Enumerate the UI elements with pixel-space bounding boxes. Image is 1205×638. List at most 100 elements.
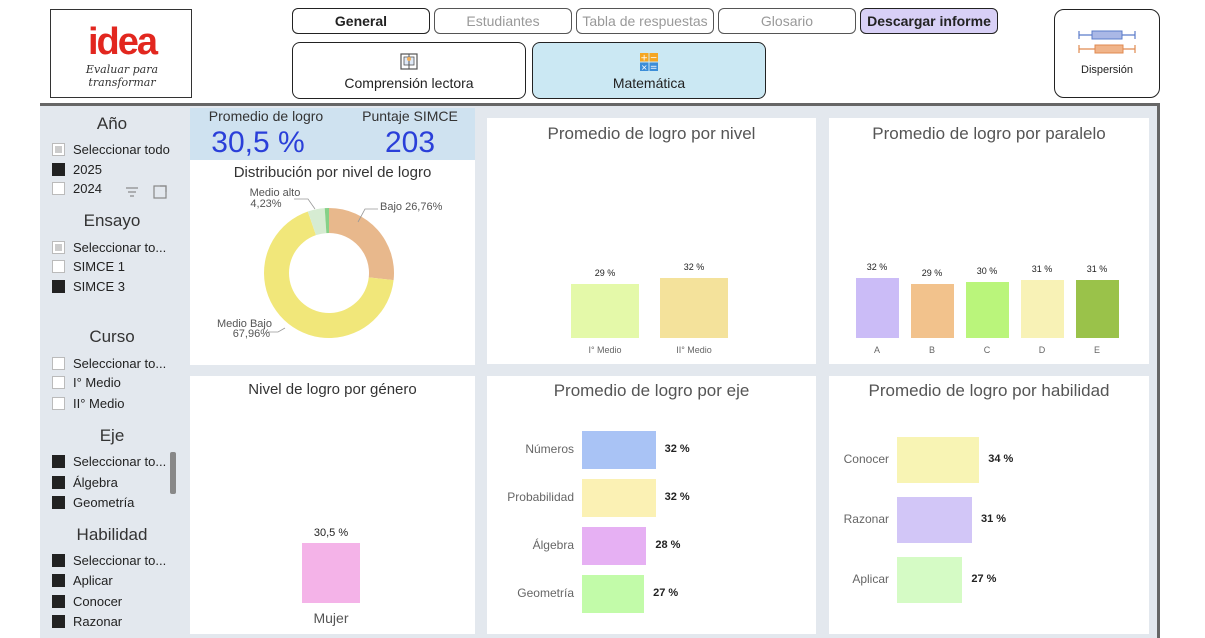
chart-title: Promedio de logro por eje [553, 381, 750, 400]
svg-text:×: × [641, 63, 648, 72]
option-label: Seleccionar to... [73, 240, 167, 255]
logo-brand-text: idea [88, 21, 159, 63]
slicer-curso-option-i-medio[interactable]: I° Medio [52, 375, 121, 393]
checkbox-icon [52, 595, 65, 608]
slicer-year-option-all[interactable]: Seleccionar todo [52, 142, 170, 160]
option-label: I° Medio [73, 375, 121, 390]
bar-value-label: 32 % [866, 262, 888, 273]
svg-text:=: = [650, 63, 658, 73]
subject-comprension-lectora-button[interactable]: Comprensión lectora [292, 42, 526, 99]
checkbox-icon [52, 182, 65, 195]
subject-matematica-button[interactable]: + − × = Matemática [532, 42, 766, 99]
bar-value-label: 31 % [1086, 264, 1108, 275]
slicer-curso-title: Curso [89, 327, 135, 346]
option-label: Seleccionar todo [73, 142, 170, 157]
option-label: SIMCE 1 [73, 259, 126, 274]
slicer-eje-option-geometria[interactable]: Geometría [52, 495, 134, 513]
slicer-year-option-2025[interactable]: 2025 [52, 162, 102, 180]
slicer-ensayo-option-simce3[interactable]: SIMCE 3 [52, 279, 125, 297]
slicer-ensayo-option-all[interactable]: Seleccionar to... [52, 240, 166, 258]
slicer-eje-title: Eje [99, 426, 125, 445]
chart-title: Nivel de logro por género [248, 381, 417, 398]
svg-text:−: − [650, 54, 658, 64]
slicer-habilidad-option-all[interactable]: Seleccionar to... [52, 553, 166, 571]
bar-E [1075, 280, 1119, 338]
slicer-eje-option-all[interactable]: Seleccionar to... [52, 454, 166, 472]
kpi-simce-label: Puntaje SIMCE [362, 108, 458, 124]
checkbox-icon [52, 455, 65, 468]
axis-tick-label: Geometría [517, 586, 574, 600]
slicer-ensayo-option-simce1[interactable]: SIMCE 1 [52, 259, 125, 277]
checkbox-icon [52, 260, 65, 273]
bar-value-label: 32 % [664, 443, 690, 455]
bar-I° Medio [571, 284, 639, 338]
subject-comprension-lectora-label: Comprensión lectora [344, 75, 474, 91]
axis-tick-label: Mujer [313, 610, 349, 626]
slicer-curso-option-ii-medio[interactable]: II° Medio [52, 396, 124, 414]
boxplot-icon [1078, 30, 1136, 54]
slicer-year-title: Año [96, 114, 128, 133]
checkbox-icon [52, 163, 65, 176]
bar-Conocer [897, 437, 980, 483]
axis-tick-label: I° Medio [588, 345, 622, 355]
dispersion-button[interactable]: Dispersión [1054, 9, 1160, 98]
tab-tabla-respuestas[interactable]: Tabla de respuestas [576, 8, 714, 34]
option-label: Álgebra [73, 475, 118, 490]
axis-tick-label: Números [525, 442, 574, 456]
card-por-genero: Nivel de logro por género 30,5 % Mujer [190, 376, 475, 634]
bar-C [965, 282, 1009, 338]
axis-tick-label: Probabilidad [507, 490, 574, 504]
slicer-eje-option-algebra[interactable]: Álgebra [52, 475, 118, 493]
donut-data-label: 67,96% [233, 328, 271, 340]
slicer-habilidad-option-razonar[interactable]: Razonar [52, 614, 122, 632]
axis-tick-label: II° Medio [676, 345, 712, 355]
option-label: Geometría [73, 495, 135, 510]
download-report-button[interactable]: Descargar informe [860, 8, 998, 34]
tab-general[interactable]: General [292, 8, 430, 34]
option-label: Razonar [73, 614, 123, 629]
chart-title: Promedio de logro por habilidad [868, 381, 1110, 400]
checkbox-icon [52, 615, 65, 628]
chart-title: Promedio de logro por paralelo [872, 124, 1106, 143]
kpi-simce-value: 203 [384, 126, 436, 159]
bar-value-label: 29 % [594, 268, 616, 279]
axis-tick-label: Álgebra [532, 538, 574, 552]
checkbox-icon [52, 496, 65, 509]
axis-tick-label: Aplicar [852, 572, 889, 586]
option-label: Aplicar [73, 573, 113, 588]
dispersion-label: Dispersión [1081, 64, 1133, 76]
option-label: Seleccionar to... [73, 356, 167, 371]
option-label: SIMCE 3 [73, 279, 126, 294]
bar-Razonar [897, 497, 973, 543]
checkbox-icon [52, 241, 65, 254]
axis-tick-label: Razonar [843, 512, 889, 526]
kpi-promedio-label: Promedio de logro [208, 108, 324, 124]
checkbox-icon [52, 574, 65, 587]
donut-slice-bajo [329, 208, 394, 281]
filter-icon[interactable] [118, 178, 146, 206]
idea-logo-mark: idea Evaluar para transformar [85, 21, 161, 89]
bar-value-label: 31 % [981, 513, 1007, 525]
card-por-eje: Promedio de logro por eje Números 32 % Pro… [487, 376, 816, 634]
bar-value-label: 30,5 % [313, 527, 349, 540]
tab-estudiantes[interactable]: Estudiantes [434, 8, 572, 34]
chart-title: Promedio de logro por nivel [547, 124, 756, 143]
bar-value-label: 27 % [653, 587, 679, 599]
slicer-year-option-2024[interactable]: 2024 [52, 181, 102, 199]
focus-mode-icon[interactable] [146, 178, 174, 206]
bar-value-label: 29 % [921, 268, 943, 279]
slicer-habilidad-option-aplicar[interactable]: Aplicar [52, 573, 113, 591]
slicer-eje-scrollbar[interactable] [170, 452, 176, 494]
donut-data-label: 4,23% [250, 198, 281, 210]
tab-glosario[interactable]: Glosario [718, 8, 856, 34]
kpi-promedio-value: 30,5 % [211, 126, 305, 159]
checkbox-icon [52, 397, 65, 410]
checkbox-icon [52, 554, 65, 567]
axis-tick-label: E [1093, 345, 1100, 355]
option-label: II° Medio [73, 396, 125, 411]
option-label: 2024 [73, 181, 102, 196]
card-distribucion-nivel: Distribución por nivel de logro Bajo 26,… [190, 160, 475, 365]
slicer-curso-option-all[interactable]: Seleccionar to... [52, 356, 166, 374]
slicer-habilidad-option-conocer[interactable]: Conocer [52, 594, 122, 612]
leader-line [294, 198, 316, 210]
